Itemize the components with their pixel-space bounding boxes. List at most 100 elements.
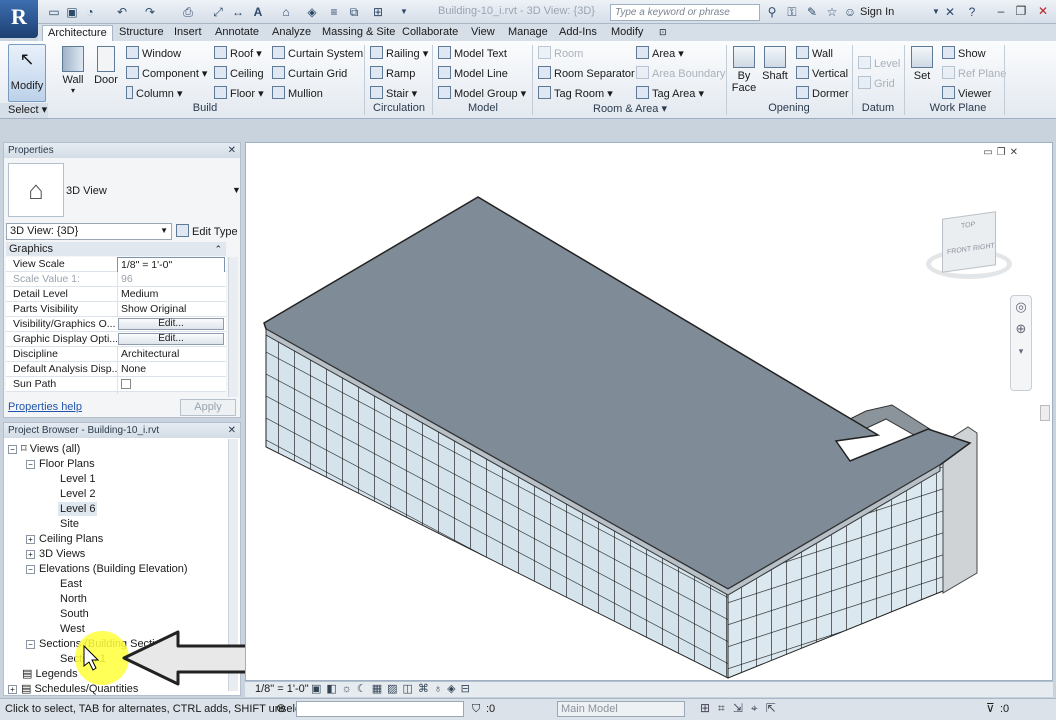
stair-button[interactable]: Stair ▾ (370, 86, 417, 101)
set-work-plane-button[interactable]: Set (908, 46, 936, 82)
curtain-system-button[interactable]: Curtain System (272, 46, 363, 61)
filter-icon[interactable]: ⊽ (986, 701, 995, 715)
properties-scrollbar[interactable] (228, 257, 238, 397)
close-icon[interactable]: ✕ (228, 423, 236, 438)
steering-wheel-icon[interactable]: ◎ (1011, 296, 1031, 318)
viewer-button[interactable]: Viewer (942, 86, 991, 101)
prop-value[interactable]: Medium (117, 287, 225, 302)
application-menu-button[interactable]: R (0, 0, 38, 38)
properties-help-link[interactable]: Properties help (8, 401, 82, 413)
tab-annotate[interactable]: Annotate (210, 25, 264, 41)
view-control-icons[interactable]: ▣◧☼☾▦▨◫⌘♁◈⊟ (311, 682, 475, 695)
model-line-button[interactable]: Model Line (438, 66, 508, 81)
tree-level-6[interactable]: Level 6 (58, 502, 98, 516)
prop-value[interactable]: None (117, 362, 225, 377)
workset-selector[interactable] (296, 701, 464, 717)
prop-value[interactable]: Architectural (117, 347, 225, 362)
tree-east[interactable]: East (60, 577, 82, 591)
collapse-icon[interactable]: − (8, 445, 17, 454)
ref-plane-button[interactable]: Ref Plane (942, 66, 1006, 81)
show-work-plane-button[interactable]: Show (942, 46, 986, 61)
qat-dropdown-icon[interactable]: ▼ (396, 4, 412, 20)
workset-icon[interactable]: ⊛ (276, 701, 286, 715)
panel-label-work-plane[interactable]: Work Plane (922, 102, 994, 114)
floor-button[interactable]: Floor ▾ (214, 86, 264, 101)
close-icon[interactable]: ✕ (228, 143, 236, 158)
measure-icon[interactable]: ⤢ (210, 4, 226, 20)
dimension-icon[interactable]: ↔ (230, 4, 246, 20)
railing-button[interactable]: Railing ▾ (370, 46, 428, 61)
vertical-opening-button[interactable]: Vertical (796, 66, 848, 81)
communication-icon[interactable]: ✎ (804, 4, 820, 20)
tag-area-button[interactable]: Tag Area ▾ (636, 86, 704, 101)
wall-button[interactable]: Wall ▾ (58, 46, 88, 95)
panel-label-circulation[interactable]: Circulation (366, 102, 432, 114)
dormer-button[interactable]: Dormer (796, 86, 849, 101)
room-separator-button[interactable]: Room Separator (538, 66, 635, 81)
expand-icon[interactable]: + (26, 550, 35, 559)
section-icon[interactable]: ◈ (304, 4, 320, 20)
tree-3d-views[interactable]: +3D Views (26, 547, 85, 561)
window-button[interactable]: Window (126, 46, 181, 61)
open-icon[interactable]: ▭ (46, 4, 62, 20)
tree-level-1[interactable]: Level 1 (60, 472, 95, 486)
panel-label-room-area[interactable]: Room & Area ▾ (580, 102, 680, 115)
view-instance-selector[interactable]: 3D View: {3D} ▼ (6, 223, 172, 240)
restore-icon[interactable]: ❐ (1012, 3, 1030, 20)
type-selector-dropdown-icon[interactable]: ▼ (232, 185, 241, 195)
tab-structure[interactable]: Structure (114, 25, 169, 41)
design-option-selector[interactable]: Main Model (557, 701, 685, 717)
panel-label-opening[interactable]: Opening (754, 102, 824, 114)
3d-view-icon[interactable]: ⌂ (278, 4, 294, 20)
expand-icon[interactable]: + (26, 535, 35, 544)
nav-dropdown-icon[interactable]: ▾ (1011, 340, 1031, 362)
sun-path-checkbox[interactable] (121, 379, 131, 389)
edit-button[interactable]: Edit... (118, 318, 224, 330)
model-group-button[interactable]: Model Group ▾ (438, 86, 526, 101)
prop-row-parts-visibility[interactable]: Parts Visibility Show Original (6, 302, 226, 317)
mullion-button[interactable]: Mullion (272, 86, 323, 101)
prop-row-sun-path[interactable]: Sun Path (6, 377, 226, 394)
expand-icon[interactable]: + (8, 685, 17, 694)
select-dropdown[interactable]: Select ▾ (0, 103, 48, 118)
zoom-icon[interactable]: ⊕ (1011, 318, 1031, 340)
user-icon[interactable]: ☺ (842, 4, 858, 20)
area-boundary-button[interactable]: Area Boundary (636, 66, 725, 81)
roof-button[interactable]: Roof ▾ (214, 46, 262, 61)
help-icon[interactable]: ? (964, 4, 980, 20)
tag-room-button[interactable]: Tag Room ▾ (538, 86, 613, 101)
collapse-icon[interactable]: − (26, 565, 35, 574)
editing-requests-icon[interactable]: ⛉ (472, 703, 480, 716)
tree-site[interactable]: Site (60, 517, 79, 531)
viewport-scroll-handle[interactable] (1040, 405, 1050, 421)
navigation-bar[interactable]: ◎ ⊕ ▾ (1010, 295, 1032, 391)
grid-button[interactable]: Grid (858, 76, 895, 91)
prop-row-default-analysis[interactable]: Default Analysis Disp... None (6, 362, 226, 377)
ribbon-minimize-icon[interactable]: ⊡ (654, 25, 672, 41)
room-button[interactable]: Room (538, 46, 583, 61)
tab-analyze[interactable]: Analyze (267, 25, 316, 41)
tab-insert[interactable]: Insert (169, 25, 207, 41)
edit-type-button[interactable]: Edit Type (174, 223, 240, 240)
tree-ceiling-plans[interactable]: + Ceiling Plans (26, 532, 103, 546)
text-icon[interactable]: A (250, 4, 266, 20)
undo-icon[interactable]: ↶ (114, 4, 130, 20)
close-hidden-icon[interactable]: ⧉ (346, 4, 362, 20)
3d-viewport[interactable]: ▭❐✕ TOP FRONT RIGHT ◎ ⊕ ▾ (245, 142, 1053, 681)
collapse-icon[interactable]: − (26, 460, 35, 469)
prop-row-graphic-display[interactable]: Graphic Display Opti... Edit... (6, 332, 226, 347)
viewcube-box[interactable]: TOP FRONT RIGHT (942, 211, 996, 273)
sign-in-link[interactable]: Sign In (860, 6, 894, 18)
tab-add-ins[interactable]: Add-Ins (554, 25, 602, 41)
prop-row-view-scale[interactable]: View Scale 1/8" = 1'-0" (6, 257, 226, 274)
viewcube[interactable]: TOP FRONT RIGHT (922, 211, 1016, 283)
viewcube-right[interactable]: RIGHT (973, 242, 995, 252)
tree-elevations[interactable]: − Elevations (Building Elevation) (26, 562, 188, 576)
viewcube-top[interactable]: TOP (961, 221, 975, 230)
favorites-icon[interactable]: ☆ (824, 4, 840, 20)
tab-view[interactable]: View (466, 25, 500, 41)
switch-windows-icon[interactable]: ⊞ (370, 4, 386, 20)
thin-lines-icon[interactable]: ≡ (326, 4, 342, 20)
tree-north[interactable]: North (60, 592, 87, 606)
panel-label-model[interactable]: Model (448, 102, 518, 114)
